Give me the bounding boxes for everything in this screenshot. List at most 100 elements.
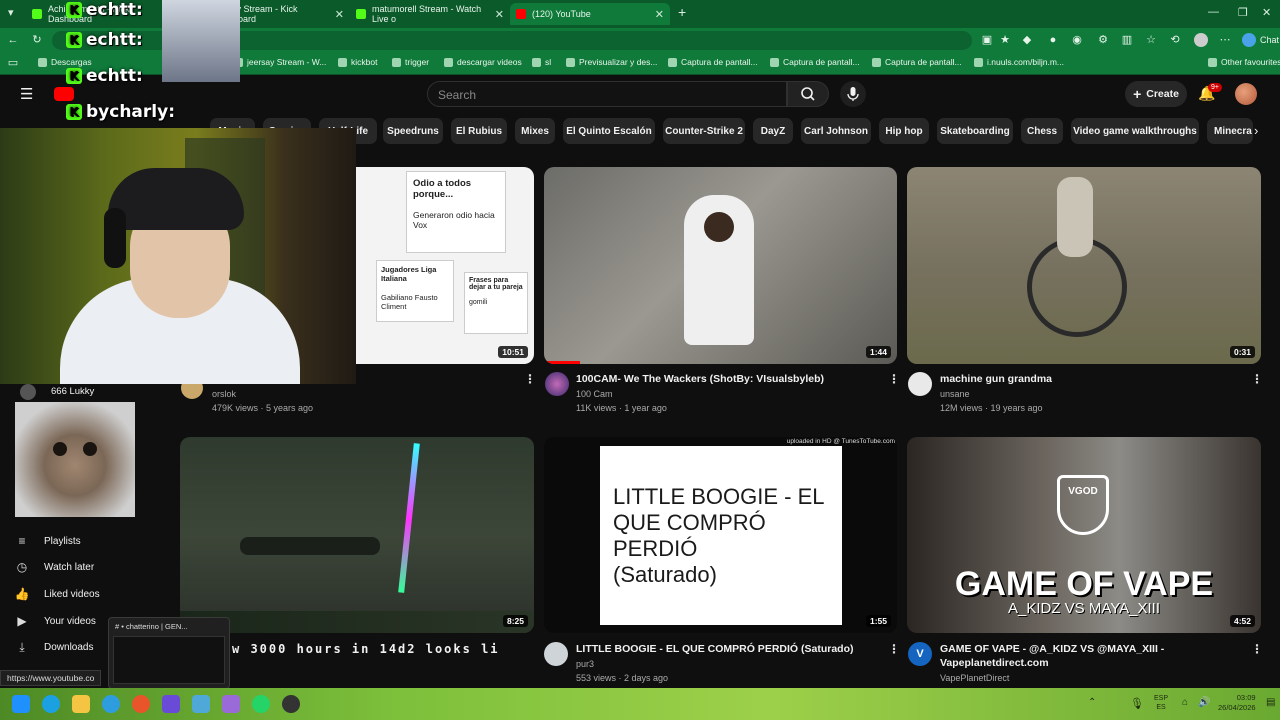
chip-counter-strike-2[interactable]: Counter-Strike 2	[663, 118, 745, 144]
chip-mixes[interactable]: Mixes	[515, 118, 555, 144]
youtube-logo-icon[interactable]	[54, 87, 74, 101]
video-title[interactable]: w 3000 hours in 14d2 looks li	[232, 642, 542, 656]
reload-icon[interactable]: ↻	[30, 33, 44, 47]
bookmark-item[interactable]: Captura de pantall...	[872, 57, 962, 67]
channel-name[interactable]: orslok	[212, 389, 236, 399]
bookmark-item[interactable]: jeersay Stream - W...	[234, 57, 326, 67]
video-title[interactable]: LITTLE BOOGIE - EL QUE COMPRÓ PERDIÓ (Sa…	[576, 642, 876, 656]
sidebar-item-liked-videos[interactable]: 👍 Liked videos	[14, 583, 114, 605]
channel-avatar[interactable]: V	[908, 642, 932, 666]
chip-speedruns[interactable]: Speedruns	[383, 118, 443, 144]
video-thumbnail[interactable]: 0:31	[907, 167, 1261, 364]
video-title[interactable]: GAME OF VAPE - @A_KIDZ VS @MAYA_XIII - V…	[940, 642, 1240, 670]
chip-el-quinto-escalon[interactable]: El Quinto Escalón	[563, 118, 655, 144]
bookmark-item[interactable]: trigger	[392, 57, 429, 67]
more-actions-icon[interactable]: ⋮	[888, 642, 900, 656]
channel-name[interactable]: 100 Cam	[576, 389, 613, 399]
history-icon[interactable]: ⟲	[1168, 33, 1182, 47]
channel-avatar[interactable]	[544, 642, 568, 666]
more-actions-icon[interactable]: ⋮	[1251, 372, 1263, 386]
video-thumbnail[interactable]: Odio a todos porque... Generaron odio ha…	[356, 167, 534, 364]
menu-icon[interactable]: ☰	[20, 85, 33, 103]
voice-search-button[interactable]	[840, 81, 866, 107]
chip-carl-johnson[interactable]: Carl Johnson	[801, 118, 871, 144]
profile-icon[interactable]	[1194, 33, 1208, 47]
search-input[interactable]: Search	[427, 81, 787, 107]
close-window-icon[interactable]: ✕	[1262, 6, 1271, 19]
channel-name[interactable]: unsane	[940, 389, 970, 399]
video-thumbnail[interactable]: 1:44	[544, 167, 897, 364]
notification-center-icon[interactable]: ▤	[1266, 697, 1275, 708]
chip-skateboarding[interactable]: Skateboarding	[937, 118, 1013, 144]
network-icon[interactable]: ⌂	[1182, 697, 1188, 708]
browser-icon[interactable]	[102, 695, 120, 713]
video-title[interactable]: 100CAM- We The Wackers (ShotBy: VIsualsb…	[576, 372, 876, 386]
bookmark-item[interactable]: i.nuuls.com/biljn.m...	[974, 57, 1064, 67]
chip-hip-hop[interactable]: Hip hop	[879, 118, 929, 144]
bookmark-item[interactable]: descargar videos	[444, 57, 522, 67]
subscription-label[interactable]: 666 Lukky	[51, 386, 94, 397]
channel-avatar[interactable]	[545, 372, 569, 396]
more-icon[interactable]: ⋯	[1218, 33, 1232, 47]
sidebar-item-watch-later[interactable]: ◷ Watch later	[14, 556, 114, 578]
taskbar-preview-popup[interactable]: # • chatterino | GEN...	[108, 617, 230, 689]
video-thumbnail[interactable]: 8:25	[180, 437, 534, 633]
chat-label[interactable]: Chat	[1260, 35, 1279, 45]
app-icon[interactable]	[222, 695, 240, 713]
chip-chess[interactable]: Chess	[1021, 118, 1063, 144]
bookmark-item[interactable]: sl	[532, 57, 551, 67]
windows-start-icon[interactable]	[12, 695, 30, 713]
star-icon[interactable]: ★	[998, 33, 1012, 47]
sidebar-item-playlists[interactable]: ≡ Playlists	[14, 530, 114, 552]
mail-icon[interactable]	[192, 695, 210, 713]
chip-dayz[interactable]: DayZ	[753, 118, 793, 144]
close-icon[interactable]: ✕	[495, 8, 504, 21]
app-icon[interactable]	[132, 695, 150, 713]
split-screen-icon[interactable]: ▥	[1120, 33, 1134, 47]
extension-icon[interactable]: ●	[1046, 33, 1060, 47]
video-thumbnail[interactable]: VGOD GAME OF VAPE A_KIDZ VS MAYA_XIII 4:…	[907, 437, 1261, 633]
page-icon[interactable]: ▣	[980, 33, 994, 47]
language-indicator[interactable]: ESP ES	[1154, 694, 1168, 712]
video-title[interactable]: machine gun grandma	[940, 372, 1240, 386]
channel-name[interactable]: pur3	[576, 659, 594, 669]
search-button[interactable]	[787, 81, 829, 107]
more-actions-icon[interactable]: ⋮	[1251, 642, 1263, 656]
other-favourites[interactable]: Other favourites	[1208, 57, 1280, 67]
bookmark-item[interactable]: Previsualizar y des...	[566, 57, 657, 67]
maximize-icon[interactable]: ❐	[1238, 6, 1248, 19]
bookmark-item[interactable]: Captura de pantall...	[668, 57, 758, 67]
close-icon[interactable]: ✕	[655, 8, 664, 21]
sidebar-toggle-icon[interactable]: ▭	[6, 56, 20, 70]
account-avatar[interactable]	[1235, 83, 1257, 105]
clock[interactable]: 03:09 26/04/2026	[1218, 693, 1256, 713]
file-explorer-icon[interactable]	[72, 695, 90, 713]
copilot-icon[interactable]	[1242, 33, 1256, 47]
whatsapp-icon[interactable]	[252, 695, 270, 713]
bookmark-item[interactable]: kickbot	[338, 57, 377, 67]
close-icon[interactable]: ✕	[335, 8, 344, 21]
minimize-icon[interactable]: —	[1208, 6, 1219, 18]
channel-name[interactable]: VapePlanetDirect	[940, 673, 1009, 683]
edge-browser-icon[interactable]	[42, 695, 60, 713]
chip-video-game-walkthroughs[interactable]: Video game walkthroughs	[1071, 118, 1199, 144]
tab-matumorell[interactable]: matumorell Stream - Watch Live o ✕	[350, 3, 510, 25]
back-icon[interactable]: ←	[6, 33, 20, 47]
sidebar-item-downloads[interactable]: ⤓ Downloads	[14, 636, 114, 658]
chevron-up-icon[interactable]: ⌃	[1088, 697, 1096, 708]
chip-el-rubius[interactable]: El Rubius	[451, 118, 507, 144]
extension-icon[interactable]: ◉	[1070, 33, 1084, 47]
obs-icon[interactable]	[282, 695, 300, 713]
tab-youtube[interactable]: (120) YouTube ✕	[510, 3, 670, 25]
more-actions-icon[interactable]: ⋮	[888, 372, 900, 386]
sidebar-item-your-videos[interactable]: ▶ Your videos	[14, 610, 114, 632]
create-button[interactable]: + Create	[1125, 81, 1187, 107]
channel-avatar[interactable]	[908, 372, 932, 396]
more-actions-icon[interactable]: ⋮	[524, 372, 536, 386]
favorites-icon[interactable]: ☆	[1144, 33, 1158, 47]
microphone-icon[interactable]: 🎙	[1130, 697, 1144, 710]
new-tab-button[interactable]: +	[678, 4, 686, 20]
tab-list-icon[interactable]: ▾	[8, 6, 14, 19]
video-thumbnail[interactable]: uploaded in HD @ TunesToTube.com LITTLE …	[544, 437, 897, 633]
volume-icon[interactable]: 🔊	[1198, 697, 1210, 708]
